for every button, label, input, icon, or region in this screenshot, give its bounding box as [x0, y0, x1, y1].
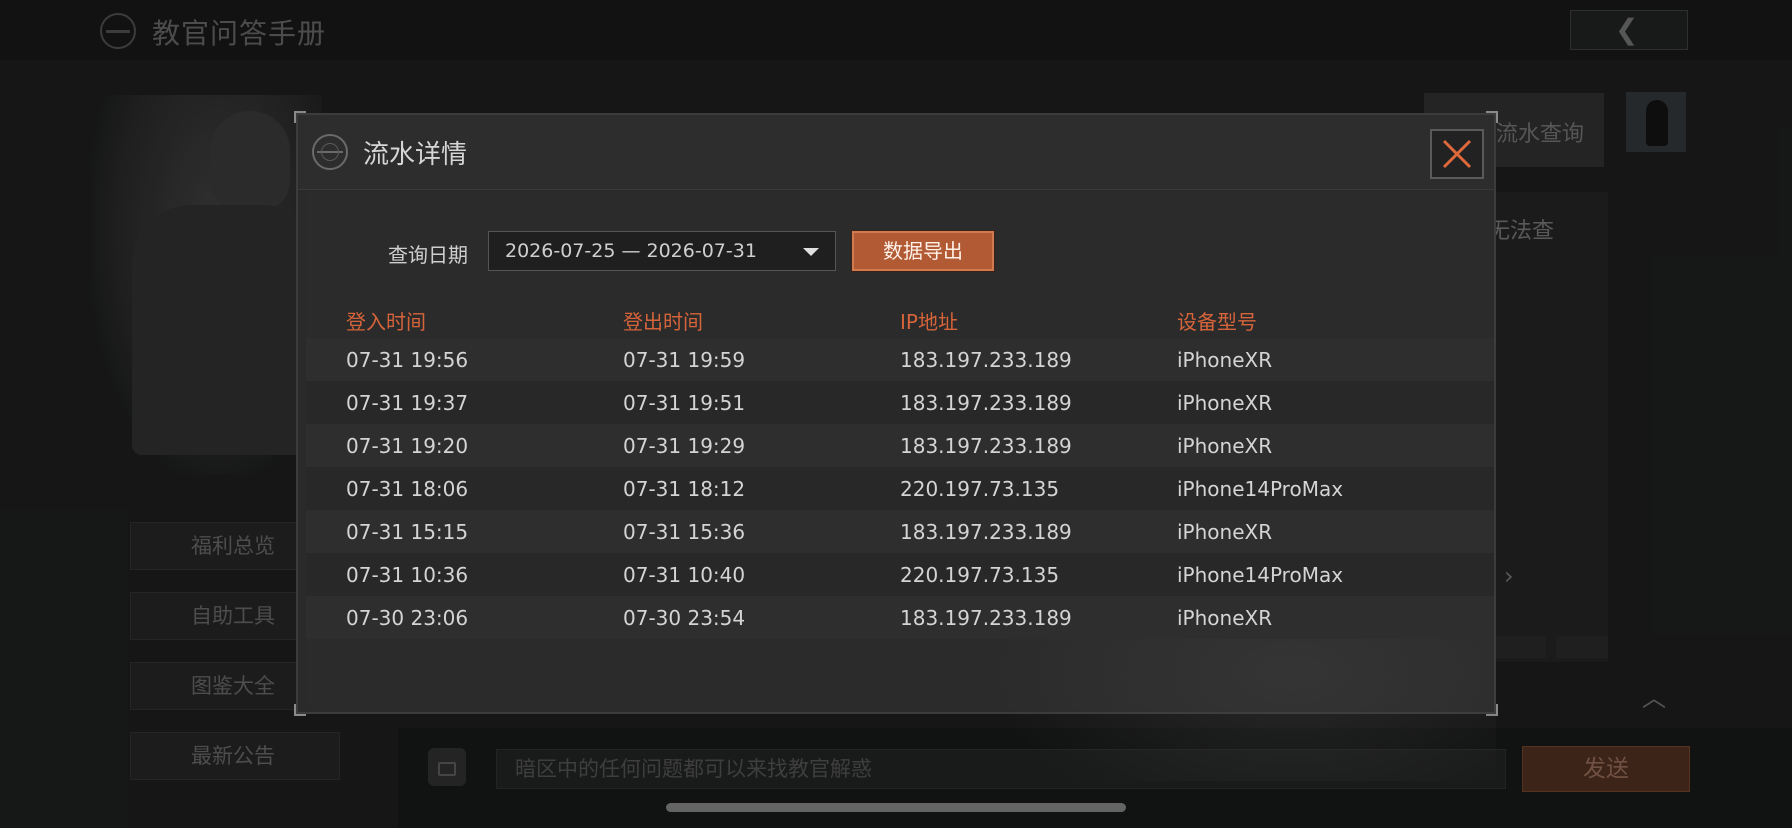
- cell-logout-time: 07-31 18:12: [623, 477, 746, 501]
- table-row: 07-31 18:06 07-31 18:12 220.197.73.135 i…: [306, 467, 1494, 510]
- caret-down-icon: [803, 248, 819, 256]
- cell-ip-address: 220.197.73.135: [900, 477, 1060, 501]
- column-header-logout-time: 登出时间: [623, 310, 703, 334]
- cell-login-time: 07-31 10:36: [346, 563, 469, 587]
- cell-login-time: 07-31 19:56: [346, 348, 469, 372]
- transaction-table: 登入时间 登出时间 IP地址 设备型号 07-31 19:56 07-31 19…: [306, 298, 1494, 639]
- transaction-details-dialog: 流水详情 查询日期 2026-07-25 — 2026-07-31 数据导出 登…: [294, 111, 1498, 781]
- corner-decoration: [294, 704, 306, 716]
- dialog-header: 流水详情: [298, 115, 1494, 190]
- cell-device-model: iPhone14ProMax: [1177, 477, 1344, 501]
- cell-ip-address: 183.197.233.189: [900, 348, 1072, 372]
- dialog-title: 流水详情: [363, 140, 468, 170]
- table-row: 07-31 19:56 07-31 19:59 183.197.233.189 …: [306, 338, 1494, 381]
- cell-login-time: 07-30 23:06: [346, 606, 469, 630]
- cell-device-model: iPhoneXR: [1177, 606, 1273, 630]
- cell-ip-address: 183.197.233.189: [900, 434, 1072, 458]
- cell-login-time: 07-31 18:06: [346, 477, 469, 501]
- cell-device-model: iPhoneXR: [1177, 348, 1273, 372]
- cell-ip-address: 183.197.233.189: [900, 391, 1072, 415]
- column-header-device-model: 设备型号: [1177, 310, 1257, 334]
- cell-device-model: iPhoneXR: [1177, 520, 1273, 544]
- date-range-value: 2026-07-25 — 2026-07-31: [505, 240, 757, 262]
- query-date-label: 查询日期: [388, 243, 468, 267]
- export-data-button[interactable]: 数据导出: [851, 230, 995, 272]
- cell-login-time: 07-31 19:20: [346, 434, 469, 458]
- table-header: 登入时间 登出时间 IP地址 设备型号: [306, 298, 1494, 338]
- cell-login-time: 07-31 19:37: [346, 391, 469, 415]
- cell-logout-time: 07-31 19:59: [623, 348, 746, 372]
- table-row: 07-31 10:36 07-31 10:40 220.197.73.135 i…: [306, 553, 1494, 596]
- cell-logout-time: 07-30 23:54: [623, 606, 746, 630]
- cell-device-model: iPhone14ProMax: [1177, 563, 1344, 587]
- cell-logout-time: 07-31 15:36: [623, 520, 746, 544]
- close-button[interactable]: [1430, 129, 1484, 179]
- column-header-ip-address: IP地址: [900, 310, 958, 334]
- table-row: 07-31 15:15 07-31 15:36 183.197.233.189 …: [306, 510, 1494, 553]
- cell-device-model: iPhoneXR: [1177, 434, 1273, 458]
- column-header-login-time: 登入时间: [346, 310, 426, 334]
- table-row: 07-31 19:37 07-31 19:51 183.197.233.189 …: [306, 381, 1494, 424]
- cell-logout-time: 07-31 19:29: [623, 434, 746, 458]
- cell-logout-time: 07-31 10:40: [623, 563, 746, 587]
- cell-ip-address: 183.197.233.189: [900, 520, 1072, 544]
- table-row: 07-30 23:06 07-30 23:54 183.197.233.189 …: [306, 596, 1494, 639]
- globe-icon: [312, 134, 348, 170]
- close-icon: [1442, 139, 1472, 169]
- cell-login-time: 07-31 15:15: [346, 520, 469, 544]
- table-body: 07-31 19:56 07-31 19:59 183.197.233.189 …: [306, 338, 1494, 639]
- date-range-select[interactable]: 2026-07-25 — 2026-07-31: [488, 231, 836, 271]
- cell-logout-time: 07-31 19:51: [623, 391, 746, 415]
- cell-ip-address: 220.197.73.135: [900, 563, 1060, 587]
- table-row: 07-31 19:20 07-31 19:29 183.197.233.189 …: [306, 424, 1494, 467]
- cell-ip-address: 183.197.233.189: [900, 606, 1072, 630]
- cell-device-model: iPhoneXR: [1177, 391, 1273, 415]
